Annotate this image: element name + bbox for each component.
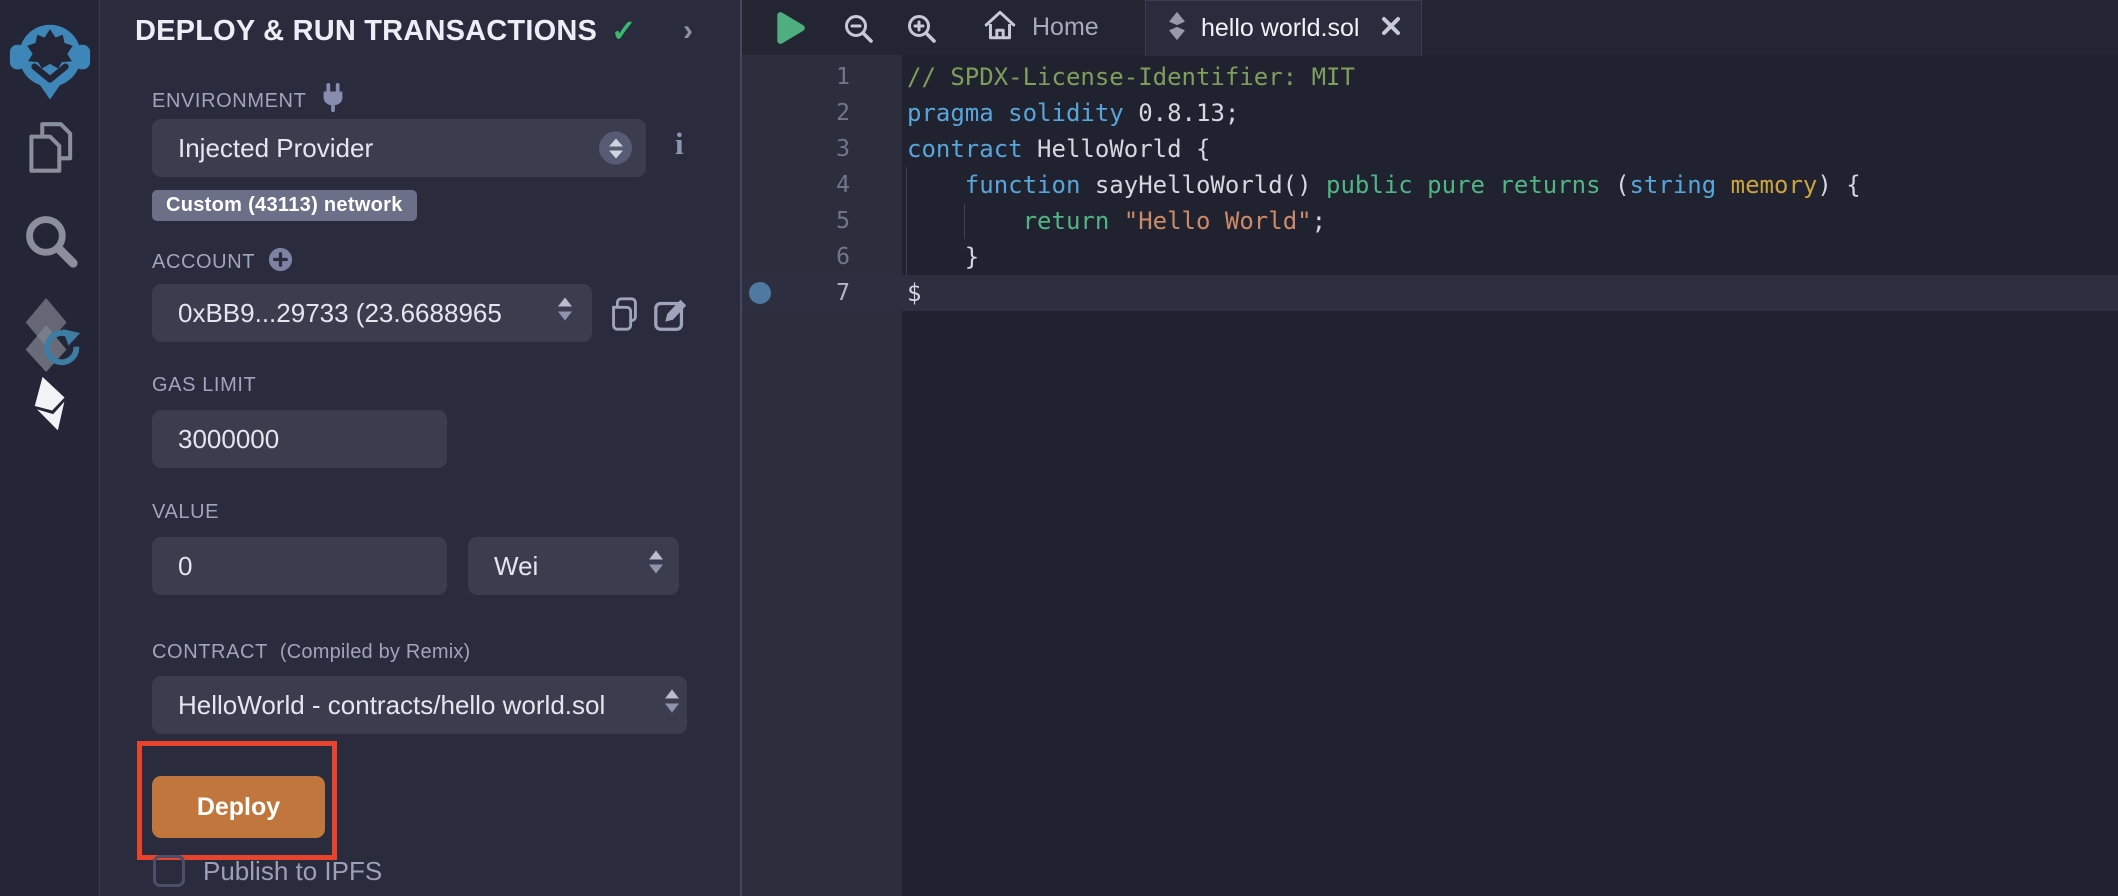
code-token: contract [907,135,1023,163]
value-label: VALUE [152,501,219,524]
account-select[interactable]: 0xBB9...29733 (23.6688965 [152,284,592,342]
code-line[interactable]: contract HelloWorld { [907,131,2118,167]
network-badge: Custom (43113) network [152,190,417,221]
contract-select-caret-icon [663,689,681,722]
line-number[interactable]: 4 [742,167,850,203]
contract-value: HelloWorld - contracts/hello world.sol [178,690,605,721]
code-token: pragma solidity [907,99,1124,127]
remix-ide-window: DEPLOY & RUN TRANSACTIONS ✓ › ENVIRONMEN… [0,0,2118,896]
contract-label: CONTRACT [152,641,268,664]
environment-label-row: ENVIRONMENT [152,82,348,120]
code-token: public pure returns [1326,171,1601,199]
environment-select[interactable]: Injected Provider [152,119,646,177]
code-token: return [1023,207,1110,235]
panel-title: DEPLOY & RUN TRANSACTIONS [135,15,597,48]
code-line[interactable]: return "Hello World"; [907,203,2118,239]
remix-logo-icon[interactable] [9,14,91,107]
value-unit-caret-icon [647,550,665,583]
tab-hello-world-sol[interactable]: hello world.sol [1145,0,1422,56]
code-token [907,207,1023,235]
code-token: memory [1731,171,1818,199]
account-value: 0xBB9...29733 (23.6688965 [178,298,502,329]
value-input[interactable]: 0 [152,537,447,595]
code-token: string [1629,171,1716,199]
code-token: "Hello World" [1124,207,1312,235]
code-token [1716,171,1730,199]
environment-label: ENVIRONMENT [152,90,306,113]
value-amount: 0 [178,551,192,582]
code-line[interactable]: pragma solidity 0.8.13; [907,95,2118,131]
environment-info-icon[interactable]: i [675,128,684,159]
code-token: ( [1601,171,1630,199]
deploy-button[interactable]: Deploy [152,776,325,838]
value-unit-select[interactable]: Wei [468,537,679,595]
deploy-panel: DEPLOY & RUN TRANSACTIONS ✓ › ENVIRONMEN… [100,0,740,896]
line-number[interactable]: 1 [742,59,850,95]
line-number[interactable]: 6 [742,239,850,275]
line-number[interactable]: 3 [742,131,850,167]
home-tab-label: Home [1032,13,1099,42]
code-token: 0.8.13; [1124,99,1240,127]
code-token: // SPDX-License-Identifier: MIT [907,63,1355,91]
tab-home[interactable]: Home [982,0,1099,55]
account-select-caret-icon [556,297,574,330]
file-explorer-icon[interactable] [19,118,81,185]
code-token: HelloWorld { [1023,135,1211,163]
editor-tabbar: Home hello world.sol [742,0,2118,55]
copy-account-icon[interactable] [605,295,643,338]
gas-limit-input[interactable]: 3000000 [152,410,447,468]
add-account-icon[interactable] [267,246,294,279]
contract-label-row: CONTRACT (Compiled by Remix) [152,641,470,664]
zoom-in-icon[interactable] [905,12,939,51]
publish-ipfs-label: Publish to IPFS [203,856,382,887]
gas-limit-label: GAS LIMIT [152,374,256,397]
gutter-lines: 1234567 [742,59,850,311]
account-label-row: ACCOUNT [152,246,294,279]
panel-header: DEPLOY & RUN TRANSACTIONS ✓ [135,14,636,49]
line-number[interactable]: 2 [742,95,850,131]
solidity-compiler-icon[interactable] [14,296,86,377]
zoom-out-icon[interactable] [842,12,876,51]
panel-collapse-chevron-icon[interactable]: › [683,16,693,46]
line-number[interactable]: 7 [742,275,850,311]
deploy-run-icon[interactable] [17,372,83,439]
run-script-icon[interactable] [772,10,808,51]
code-token [907,171,965,199]
publish-ipfs-checkbox[interactable] [153,855,185,887]
gas-limit-value: 3000000 [178,424,279,455]
code-token [1109,207,1123,235]
value-unit: Wei [494,551,538,582]
solidity-file-icon [1166,11,1188,46]
compile-success-check-icon: ✓ [611,14,636,49]
code-lines[interactable]: // SPDX-License-Identifier: MIT pragma so… [907,59,2118,311]
code-line[interactable]: } [907,239,2118,275]
plug-icon [318,82,348,120]
code-token: ) { [1817,171,1860,199]
environment-value: Injected Provider [178,133,373,164]
code-line[interactable]: // SPDX-License-Identifier: MIT [907,59,2118,95]
code-token: sayHelloWorld() [1080,171,1326,199]
contract-select[interactable]: HelloWorld - contracts/hello world.sol [152,676,687,734]
code-token: function [965,171,1081,199]
editor: Home hello world.sol [740,0,2118,896]
publish-row: Publish to IPFS [153,855,382,887]
contract-sublabel: (Compiled by Remix) [280,641,471,664]
home-icon [982,8,1018,47]
file-tab-label: hello world.sol [1201,14,1359,43]
edit-account-icon[interactable] [652,295,690,338]
code-token: $ [907,279,921,307]
line-number[interactable]: 5 [742,203,850,239]
code-line[interactable]: $ [907,275,2118,311]
search-icon[interactable] [20,210,80,275]
code-token: } [907,243,979,271]
code-token: ; [1312,207,1326,235]
close-tab-icon[interactable] [1379,14,1403,43]
environment-select-caret-icon [599,132,632,165]
activity-bar [0,0,100,896]
account-label: ACCOUNT [152,251,255,274]
code-line[interactable]: function sayHelloWorld() public pure ret… [907,167,2118,203]
